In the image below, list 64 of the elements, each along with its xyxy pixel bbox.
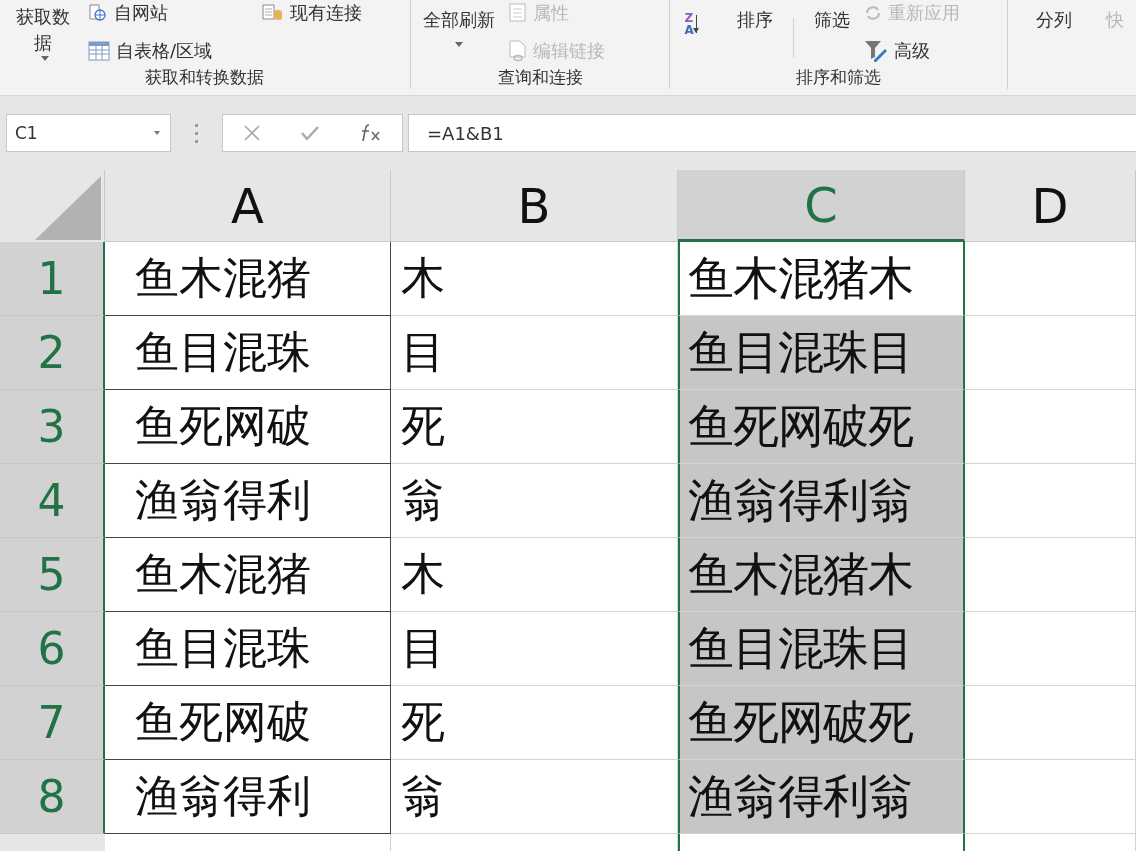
column-header[interactable]: B (391, 170, 678, 242)
ribbon-button[interactable]: 排序 (706, 0, 777, 32)
table-cell[interactable]: 鱼木混猪 (105, 538, 391, 612)
ribbon-button[interactable]: 筛选 (809, 0, 854, 32)
ribbon-button[interactable]: 自表格/区域 (88, 38, 213, 64)
grip-icon (195, 123, 198, 143)
column-header[interactable]: C (678, 170, 965, 242)
ribbon-button[interactable]: 自网站 (88, 0, 213, 26)
formula-field[interactable]: =A1&B1 (408, 114, 1136, 152)
cancel-icon[interactable] (242, 124, 261, 142)
row-header[interactable]: 7 (0, 686, 105, 760)
table-cell[interactable]: 渔翁得利翁 (678, 760, 965, 834)
table-cell[interactable]: 鱼目混珠 (105, 316, 391, 390)
function-icon[interactable] (360, 124, 383, 142)
table-cell[interactable]: 目 (391, 612, 678, 686)
table-cell[interactable]: 目 (391, 316, 678, 390)
table-cell[interactable]: 鱼死网破 (105, 390, 391, 464)
table-icon (88, 40, 110, 62)
table-cell[interactable]: 渔翁得利 (105, 464, 391, 538)
table-cell[interactable]: 鱼死网破 (105, 686, 391, 760)
table-cell[interactable]: 鱼木混猪木 (678, 538, 965, 612)
group-label: 排序和筛选 (795, 66, 883, 88)
name-box[interactable]: C1 (6, 114, 171, 152)
row-header[interactable]: 2 (0, 316, 105, 390)
table-cell[interactable]: 渔翁得利翁 (678, 464, 965, 538)
dropdown-caret-icon[interactable] (154, 131, 160, 135)
web-page-icon (88, 3, 108, 23)
ribbon-button[interactable]: 全部刷新 (418, 0, 499, 47)
table-cell[interactable]: 鱼死网破死 (678, 686, 965, 760)
filter-pencil-icon (863, 40, 888, 62)
group-label: 获取和转换数据 (144, 66, 266, 88)
column-header[interactable]: D (965, 170, 1136, 242)
table-cell[interactable]: 死 (391, 390, 678, 464)
row-header[interactable]: 1 (0, 242, 105, 316)
table-cell[interactable]: 渔翁得利 (105, 760, 391, 834)
refresh-icon (863, 4, 882, 22)
table-cell[interactable]: 鱼死网破死 (678, 390, 965, 464)
row-header[interactable]: 8 (0, 760, 105, 834)
table-cell[interactable]: 翁 (391, 760, 678, 834)
ribbon-button[interactable]: 分列 (1016, 0, 1076, 32)
table-cell[interactable]: 鱼目混珠目 (678, 316, 965, 390)
row-header[interactable]: 4 (0, 464, 105, 538)
row-header[interactable]: 5 (0, 538, 105, 612)
database-icon (262, 3, 285, 23)
check-icon[interactable] (300, 125, 321, 141)
column-header[interactable]: A (105, 170, 391, 242)
link-page-icon (508, 40, 527, 62)
group-label: 查询和连接 (496, 66, 584, 88)
table-cell[interactable]: 鱼目混珠 (105, 612, 391, 686)
name-box-text: C1 (15, 123, 38, 143)
formula-text: =A1&B1 (427, 122, 504, 144)
table-cell[interactable]: 翁 (391, 464, 678, 538)
list-icon (508, 3, 527, 23)
row-header[interactable]: 6 (0, 612, 105, 686)
ribbon-button[interactable]: 现有连接 (262, 0, 363, 26)
ribbon-button[interactable]: 获取数据 (8, 0, 78, 61)
table-cell[interactable]: 木 (391, 538, 678, 612)
table-cell[interactable]: 鱼目混珠目 (678, 612, 965, 686)
table-cell[interactable]: 鱼木混猪木 (678, 242, 965, 316)
ribbon-button[interactable]: 高级 (863, 38, 960, 64)
table-cell[interactable]: 死 (391, 686, 678, 760)
table-cell[interactable]: 木 (391, 242, 678, 316)
table-cell[interactable]: 鱼木混猪 (105, 242, 391, 316)
row-header[interactable]: 3 (0, 390, 105, 464)
